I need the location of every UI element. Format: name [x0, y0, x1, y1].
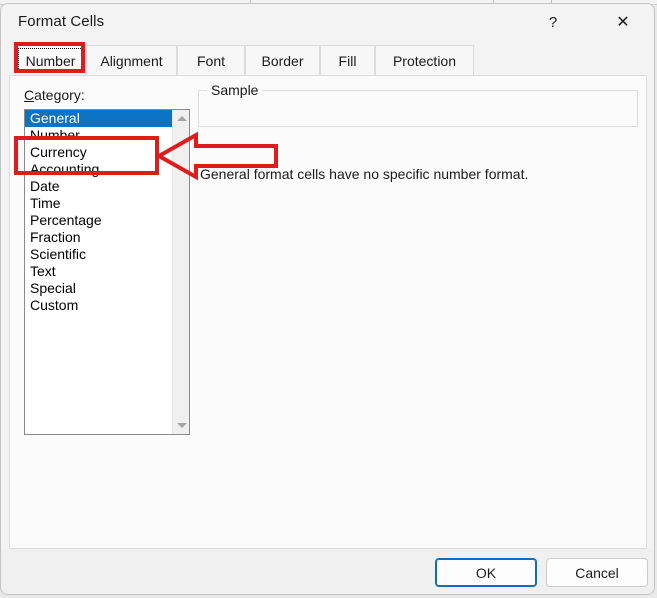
scroll-down-arrow-icon[interactable]	[173, 417, 189, 434]
list-item[interactable]: Special	[25, 280, 173, 297]
dialog-title: Format Cells	[18, 13, 105, 30]
tab-strip: Number Alignment Font Border Fill Protec…	[1, 45, 654, 76]
tab-fill-label: Fill	[338, 52, 357, 69]
list-item[interactable]: Percentage	[25, 212, 173, 229]
list-item[interactable]: Date	[25, 178, 173, 195]
category-label: Category:	[24, 87, 85, 103]
tab-protection[interactable]: Protection	[375, 45, 474, 75]
list-item[interactable]: Fraction	[25, 229, 173, 246]
screen: Format Cells ? ✕ Number Alignment Font B…	[0, 0, 657, 598]
category-label-rest: ategory:	[34, 87, 85, 103]
ok-button[interactable]: OK	[435, 558, 537, 587]
close-icon[interactable]: ✕	[600, 4, 646, 40]
tab-number-label: Number	[25, 52, 76, 69]
tab-protection-label: Protection	[392, 52, 457, 69]
category-listbox[interactable]: General Number Currency Accounting Date …	[24, 109, 190, 435]
sample-groupbox: Sample	[198, 82, 638, 127]
title-bar: Format Cells ? ✕	[1, 4, 654, 41]
category-list-scrollbar[interactable]	[172, 110, 189, 434]
tab-font-label: Font	[196, 52, 225, 69]
format-cells-dialog: Format Cells ? ✕ Number Alignment Font B…	[0, 3, 655, 595]
tab-number[interactable]: Number	[15, 45, 86, 75]
sample-legend: Sample	[207, 82, 263, 98]
tab-fill[interactable]: Fill	[320, 45, 375, 75]
list-item[interactable]: Currency	[25, 144, 173, 161]
category-label-accel: C	[24, 87, 35, 103]
tab-alignment[interactable]: Alignment	[86, 45, 177, 75]
tab-font[interactable]: Font	[177, 45, 245, 75]
format-description: General format cells have no specific nu…	[200, 166, 529, 182]
help-icon[interactable]: ?	[530, 4, 576, 40]
list-item[interactable]: Accounting	[25, 161, 173, 178]
dialog-footer: OK Cancel	[1, 549, 654, 594]
category-list: General Number Currency Accounting Date …	[25, 110, 173, 314]
cancel-button[interactable]: Cancel	[546, 558, 648, 587]
list-item[interactable]: Scientific	[25, 246, 173, 263]
list-item[interactable]: General	[25, 110, 173, 127]
list-item[interactable]: Time	[25, 195, 173, 212]
tab-border-label: Border	[261, 52, 304, 69]
number-tab-panel: Category: General Number Currency Accoun…	[9, 75, 647, 549]
list-item[interactable]: Custom	[25, 297, 173, 314]
list-item[interactable]: Number	[25, 127, 173, 144]
list-item[interactable]: Text	[25, 263, 173, 280]
tab-border[interactable]: Border	[245, 45, 320, 75]
scroll-up-arrow-icon[interactable]	[173, 110, 189, 127]
tab-alignment-label: Alignment	[100, 52, 163, 69]
